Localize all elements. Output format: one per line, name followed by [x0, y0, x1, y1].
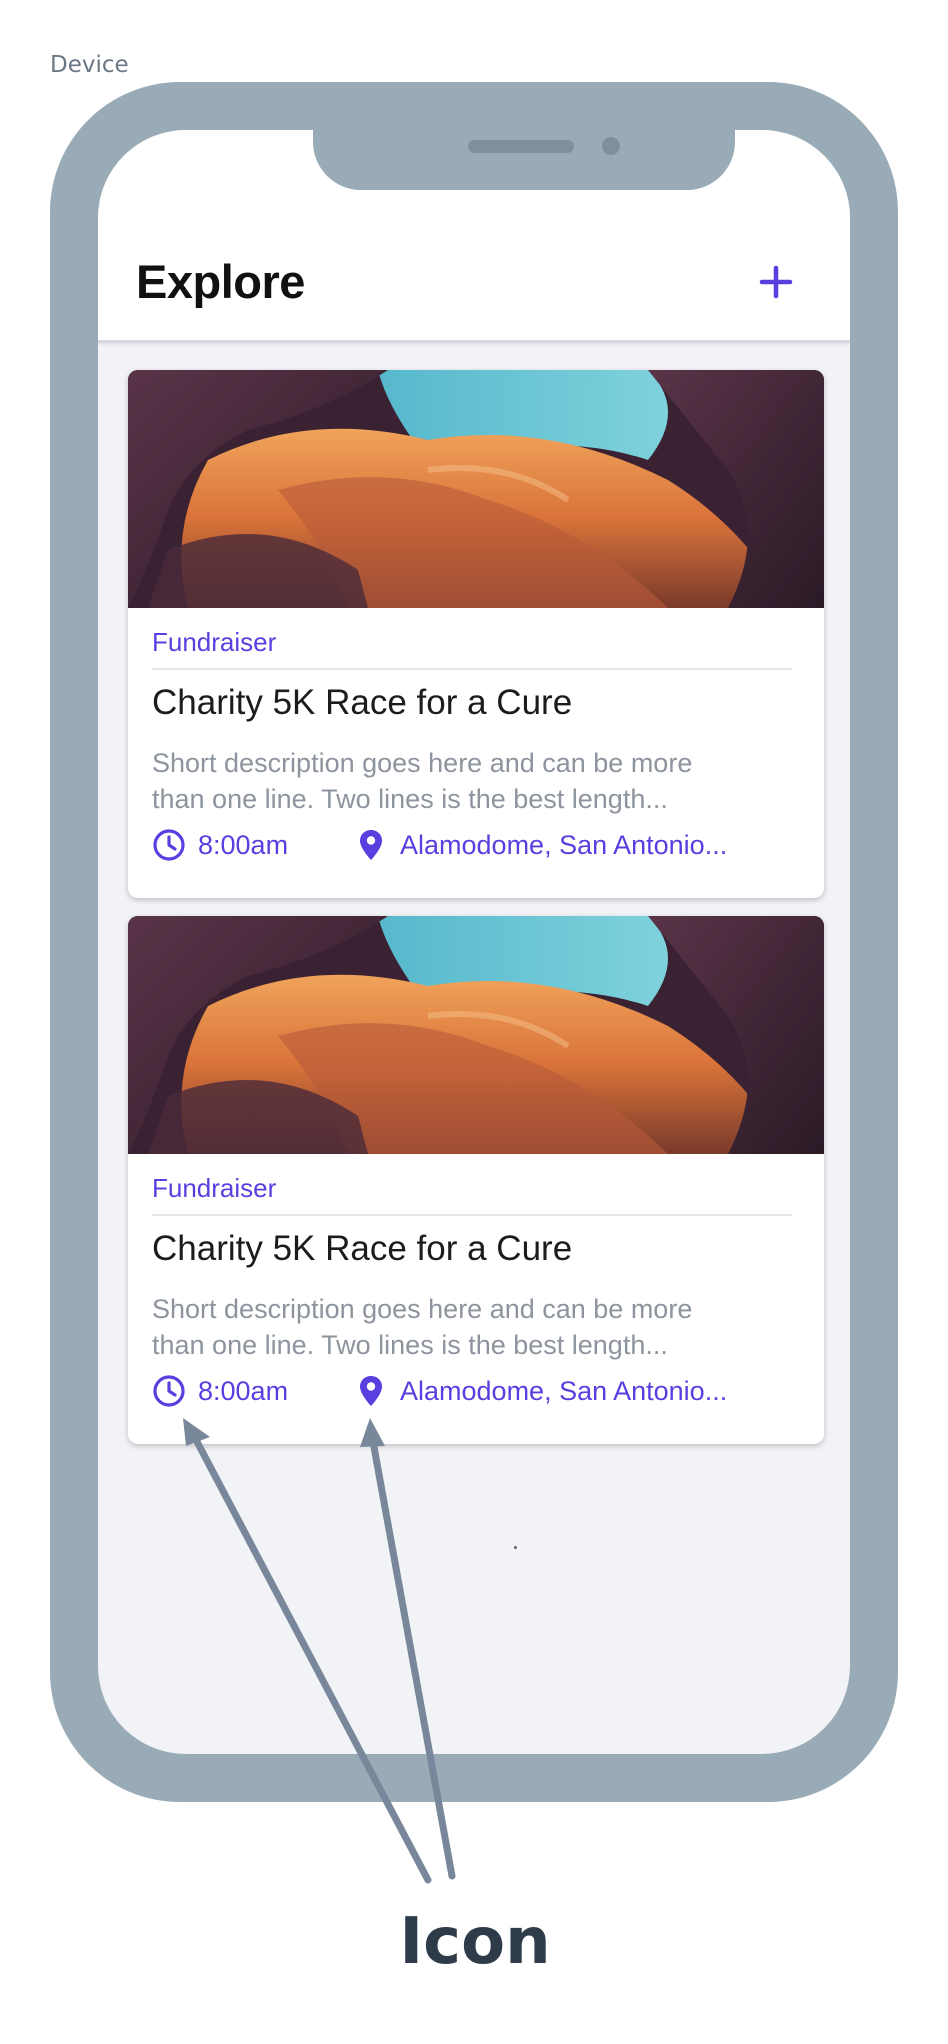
event-description: Short description goes here and can be m… — [152, 748, 693, 814]
card-divider — [152, 668, 792, 670]
phone-screen: Explore Fundraiser Charity 5K Race for a… — [98, 130, 850, 1754]
card-divider — [152, 1214, 792, 1216]
event-time: 8:00am — [152, 825, 288, 865]
event-location-text: Alamodome, San Antonio... — [400, 1375, 728, 1406]
clock-icon — [153, 1375, 185, 1407]
plus-icon — [759, 265, 793, 299]
event-card-image — [128, 370, 824, 608]
front-camera — [602, 137, 620, 155]
event-time-text: 8:00am — [198, 829, 289, 860]
event-title: Charity 5K Race for a Cure — [152, 1229, 573, 1268]
event-title: Charity 5K Race for a Cure — [152, 683, 573, 722]
event-card-image — [128, 916, 824, 1154]
event-category: Fundraiser — [152, 1173, 277, 1203]
event-card[interactable]: Fundraiser Charity 5K Race for a Cure Sh… — [128, 916, 824, 1444]
add-button[interactable] — [754, 260, 798, 304]
device-frame: Explore Fundraiser Charity 5K Race for a… — [50, 82, 898, 1802]
annotation-label: Icon — [399, 1905, 551, 1979]
stray-dot — [514, 1546, 517, 1549]
device-label: Device — [50, 52, 129, 78]
map-pin-icon — [360, 1376, 382, 1406]
speaker-grille — [468, 140, 574, 153]
map-pin-icon — [360, 830, 382, 860]
event-location: Alamodome, San Antonio... — [354, 825, 727, 865]
event-time: 8:00am — [152, 1371, 288, 1411]
event-location: Alamodome, San Antonio... — [354, 1371, 727, 1411]
event-category: Fundraiser — [152, 627, 277, 657]
event-card[interactable]: Fundraiser Charity 5K Race for a Cure Sh… — [128, 370, 824, 898]
event-description: Short description goes here and can be m… — [152, 1294, 693, 1360]
device-notch — [313, 130, 735, 190]
event-time-text: 8:00am — [198, 1375, 289, 1406]
event-location-text: Alamodome, San Antonio... — [400, 829, 728, 860]
clock-icon — [153, 829, 185, 861]
page-title: Explore — [136, 255, 305, 308]
